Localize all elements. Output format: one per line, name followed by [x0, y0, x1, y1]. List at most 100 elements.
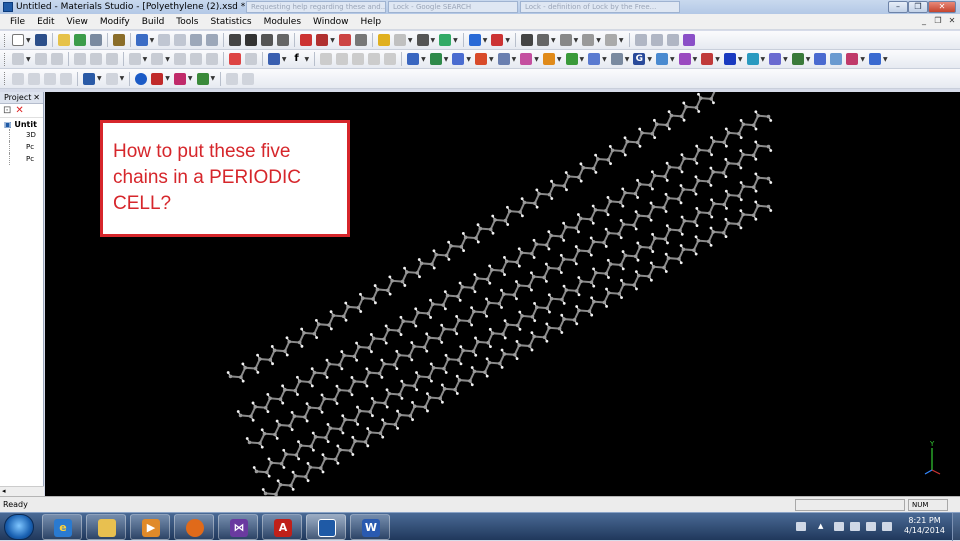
castep-icon[interactable]	[475, 53, 487, 65]
distribute-icon[interactable]	[60, 72, 72, 85]
function-icon[interactable]	[189, 53, 202, 65]
analysis-icon[interactable]	[846, 53, 859, 65]
group-dropdown-arrow[interactable]: ▼	[120, 75, 125, 82]
dpd-dropdown-arrow[interactable]: ▼	[557, 56, 562, 63]
show-desktop-button[interactable]	[952, 513, 960, 541]
document-close-button[interactable]: ✕	[946, 16, 958, 27]
network-icon[interactable]	[830, 53, 843, 65]
tray-expand-icon[interactable]: ▲	[818, 522, 828, 531]
pointer-icon[interactable]	[320, 53, 333, 65]
center-dropdown-arrow[interactable]: ▼	[330, 37, 335, 44]
forcite-icon[interactable]	[407, 53, 420, 65]
table-icon[interactable]	[128, 53, 141, 65]
pan-icon[interactable]	[368, 53, 381, 65]
adsorption-dropdown-arrow[interactable]: ▼	[806, 56, 811, 63]
symmetry-dropdown-arrow[interactable]: ▼	[619, 37, 624, 44]
fx-dropdown-arrow[interactable]: ▼	[305, 56, 310, 63]
fill-color-dropdown-arrow[interactable]: ▼	[188, 75, 193, 82]
reflex-icon[interactable]	[678, 53, 691, 65]
project-tree-item[interactable]: Pc	[9, 153, 43, 165]
redo-icon[interactable]	[158, 34, 171, 46]
g-module-icon[interactable]: G	[633, 53, 646, 65]
bond-icon[interactable]	[439, 34, 452, 46]
calculator-icon[interactable]	[228, 53, 241, 65]
horizontal-scrollbar[interactable]: ◂	[0, 486, 44, 496]
filter-icon[interactable]	[50, 53, 63, 65]
conformers-dropdown-arrow[interactable]: ▼	[512, 56, 517, 63]
grid-dropdown-arrow[interactable]: ▼	[26, 56, 31, 63]
menu-edit[interactable]: Edit	[31, 17, 60, 27]
align-right-icon[interactable]	[44, 72, 56, 85]
symmetry-icon[interactable]	[604, 34, 617, 46]
taskbar-acrobat-button[interactable]: A	[262, 514, 302, 540]
new-document-icon[interactable]	[12, 34, 24, 46]
menu-view[interactable]: View	[61, 17, 94, 27]
document-restore-button[interactable]: ❐	[932, 16, 944, 27]
bond-dropdown-arrow[interactable]: ▼	[453, 37, 458, 44]
list-dropdown-arrow[interactable]: ▼	[596, 37, 601, 44]
plot-icon[interactable]	[205, 53, 218, 65]
equilibria-icon[interactable]	[565, 53, 578, 65]
sorption-dropdown-arrow[interactable]: ▼	[715, 56, 720, 63]
dock-icon[interactable]	[814, 53, 827, 65]
action-center-icon[interactable]	[834, 522, 844, 531]
menu-statistics[interactable]: Statistics	[204, 17, 257, 27]
menu-tools[interactable]: Tools	[170, 17, 204, 27]
new-folder-icon[interactable]: ⊡	[3, 105, 11, 116]
sorption-icon[interactable]	[701, 53, 714, 65]
menu-modify[interactable]: Modify	[94, 17, 136, 27]
synthia-icon[interactable]	[723, 53, 736, 65]
display-dropdown-arrow[interactable]: ▼	[574, 37, 579, 44]
zoom-icon[interactable]	[261, 34, 274, 46]
minimize-button[interactable]: –	[888, 1, 908, 13]
background-tab-1[interactable]: Requesting help regarding these and...	[246, 1, 386, 13]
element-icon[interactable]	[416, 34, 429, 46]
blends-icon[interactable]	[452, 53, 465, 65]
3d-viewport[interactable]: How to put these five chains in a PERIOD…	[45, 92, 960, 496]
project-tree-root[interactable]: ▣ Untit	[0, 120, 43, 129]
adsorption-icon[interactable]	[791, 53, 804, 65]
blends-dropdown-arrow[interactable]: ▼	[466, 56, 471, 63]
script-icon[interactable]	[267, 53, 280, 65]
group-icon[interactable]	[105, 72, 118, 85]
sort-icon[interactable]	[34, 53, 47, 65]
play-icon[interactable]	[89, 53, 102, 65]
qmera-icon[interactable]	[656, 53, 668, 65]
taskbar-media-player-button[interactable]: ▶	[130, 514, 170, 540]
center-icon[interactable]	[316, 34, 329, 46]
measure-icon[interactable]	[537, 34, 549, 46]
project-tree-item[interactable]: Pc	[9, 141, 43, 153]
element-dropdown-arrow[interactable]: ▼	[431, 37, 436, 44]
materials-studio-app-icon[interactable]	[3, 2, 13, 12]
undo-dropdown-arrow[interactable]: ▼	[150, 37, 155, 44]
network-icon[interactable]	[866, 522, 876, 531]
menu-help[interactable]: Help	[355, 17, 388, 27]
dmol3-dropdown-arrow[interactable]: ▼	[534, 56, 539, 63]
equilibria-dropdown-arrow[interactable]: ▼	[580, 56, 585, 63]
close-icon[interactable]: ✕	[33, 92, 40, 104]
vamp-dropdown-arrow[interactable]: ▼	[761, 56, 766, 63]
toolbar-grip[interactable]	[4, 72, 7, 85]
background-tab-3[interactable]: Lock - definition of Lock by the Free...	[520, 1, 680, 13]
rotate-icon[interactable]	[277, 34, 290, 46]
label-icon[interactable]	[521, 34, 533, 46]
fx-icon[interactable]: f	[291, 53, 303, 65]
search-icon[interactable]	[336, 53, 349, 65]
background-tab-2[interactable]: Lock - Google SEARCH	[388, 1, 518, 13]
project-tree-item[interactable]: 3D	[9, 129, 43, 141]
amorphous-cell-icon[interactable]	[429, 53, 442, 65]
display-style-icon[interactable]	[559, 34, 572, 46]
hydrogen-dropdown-arrow[interactable]: ▼	[505, 37, 510, 44]
taskbar-clock[interactable]: 8:21 PM 4/14/2014	[897, 516, 952, 536]
translate-icon[interactable]	[245, 34, 258, 46]
dmol3-icon[interactable]	[520, 53, 533, 65]
new-dropdown-arrow[interactable]: ▼	[26, 37, 31, 44]
delete-icon[interactable]: ✕	[15, 105, 23, 116]
paste-format-icon[interactable]	[242, 72, 255, 85]
cut-icon[interactable]	[174, 34, 187, 46]
align-left-icon[interactable]	[12, 72, 24, 85]
stat-icon[interactable]	[173, 53, 186, 65]
copy-icon[interactable]	[190, 34, 203, 46]
taskbar-materials-studio-button[interactable]	[306, 514, 346, 540]
save-icon[interactable]	[34, 34, 47, 46]
